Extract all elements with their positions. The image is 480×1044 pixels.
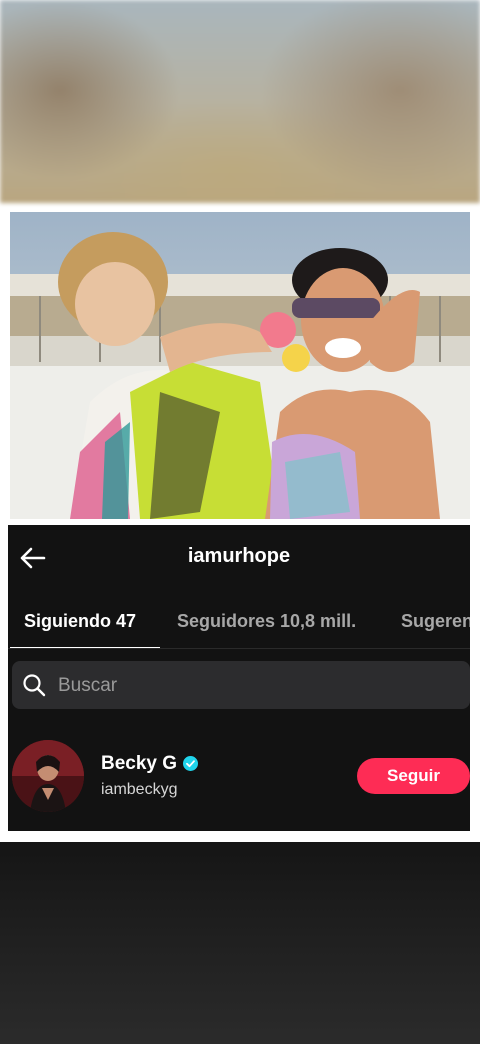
blurred-background-top — [0, 0, 480, 203]
user-display-name[interactable]: Becky G — [101, 753, 177, 775]
user-handle[interactable]: iambeckyg — [101, 781, 177, 799]
following-list-panel: iamurhope Siguiendo 47 Seguidores 10,8 m… — [8, 525, 470, 831]
verified-badge-icon — [183, 756, 198, 771]
blurred-background-bottom — [0, 842, 480, 1044]
follow-button[interactable]: Seguir — [357, 758, 470, 794]
tabs-divider — [8, 648, 470, 649]
tab-suggested[interactable]: Sugeren — [401, 611, 470, 632]
tab-bar: Siguiendo 47 Seguidores 10,8 mill. Suger… — [8, 591, 470, 649]
avatar[interactable] — [12, 740, 84, 812]
page-title: iamurhope — [187, 545, 291, 567]
search-icon — [22, 673, 46, 697]
tab-followers[interactable]: Seguidores 10,8 mill. — [177, 611, 356, 632]
search-placeholder: Buscar — [58, 675, 118, 696]
photo-illustration — [10, 212, 470, 519]
search-input[interactable]: Buscar — [12, 661, 470, 709]
top-bar: iamurhope — [8, 525, 470, 591]
music-video-still-photo — [10, 212, 470, 519]
list-item[interactable]: Becky G iambeckyg Seguir — [8, 737, 470, 817]
tab-following[interactable]: Siguiendo 47 — [24, 611, 136, 632]
